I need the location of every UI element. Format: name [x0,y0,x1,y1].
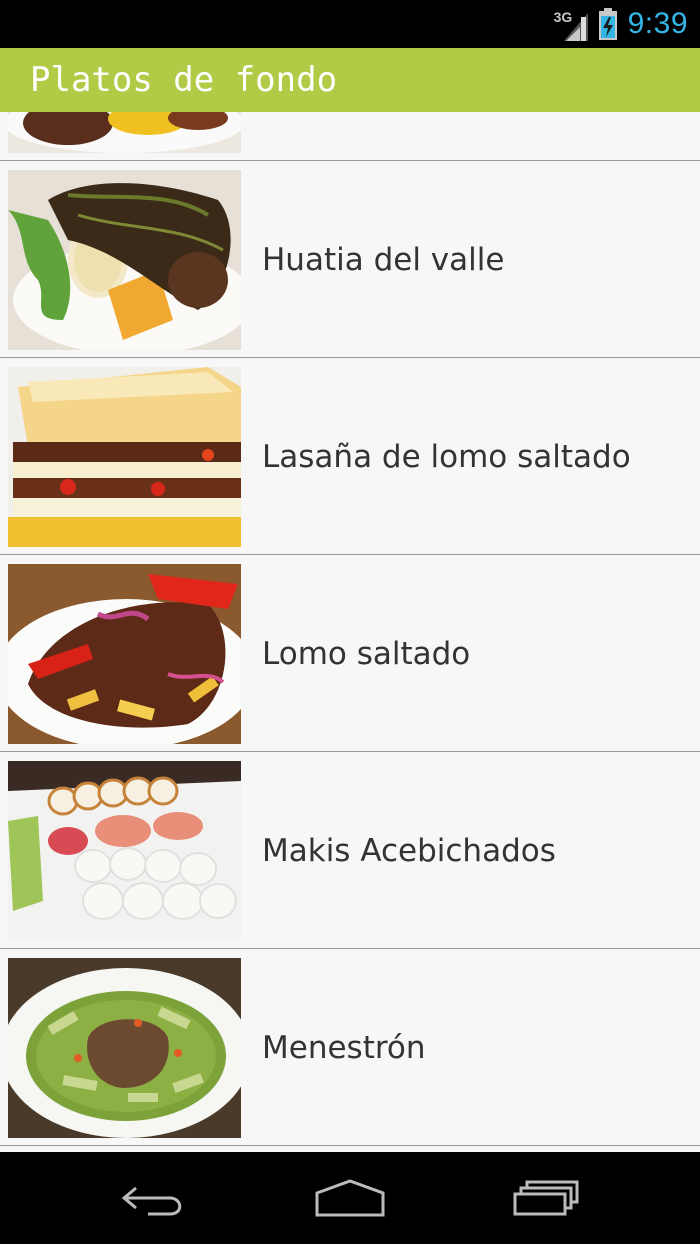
dish-name: Menestrón [262,1030,426,1066]
back-button[interactable] [95,1168,215,1228]
dish-photo [8,564,241,744]
status-icons: 3G 9:39 [554,0,688,48]
list-item[interactable]: Lomo saltado [0,556,700,752]
dish-name: Lasaña de lomo saltado [262,439,631,475]
status-bar: 3G 9:39 [0,0,700,48]
home-button[interactable] [290,1168,410,1228]
page-title: Platos de fondo [30,60,338,100]
signal-icon: 3G [554,7,588,41]
dish-name: Makis Acebichados [262,833,556,869]
dish-photo [8,761,241,941]
list-item[interactable] [0,112,700,161]
dish-photo [8,170,241,350]
home-icon [315,1179,385,1217]
list-item[interactable]: Huatia del valle [0,162,700,358]
list-item[interactable]: Lasaña de lomo saltado [0,359,700,555]
recent-apps-button[interactable] [486,1168,606,1228]
list-item[interactable]: Menestrón [0,950,700,1146]
back-icon [122,1186,182,1216]
action-bar: Platos de fondo [0,48,700,112]
battery-charging-icon [598,8,618,40]
dish-photo [8,958,241,1138]
dish-photo [8,112,241,153]
dish-list[interactable]: Huatia del valle Lasaña de lomo saltado [0,112,700,1152]
recent-apps-icon [513,1180,579,1216]
dish-name: Huatia del valle [262,242,505,278]
dish-name: Lomo saltado [262,636,471,672]
navigation-bar [0,1152,700,1244]
dish-photo [8,367,241,547]
list-item[interactable]: Makis Acebichados [0,753,700,949]
clock: 9:39 [627,7,688,40]
